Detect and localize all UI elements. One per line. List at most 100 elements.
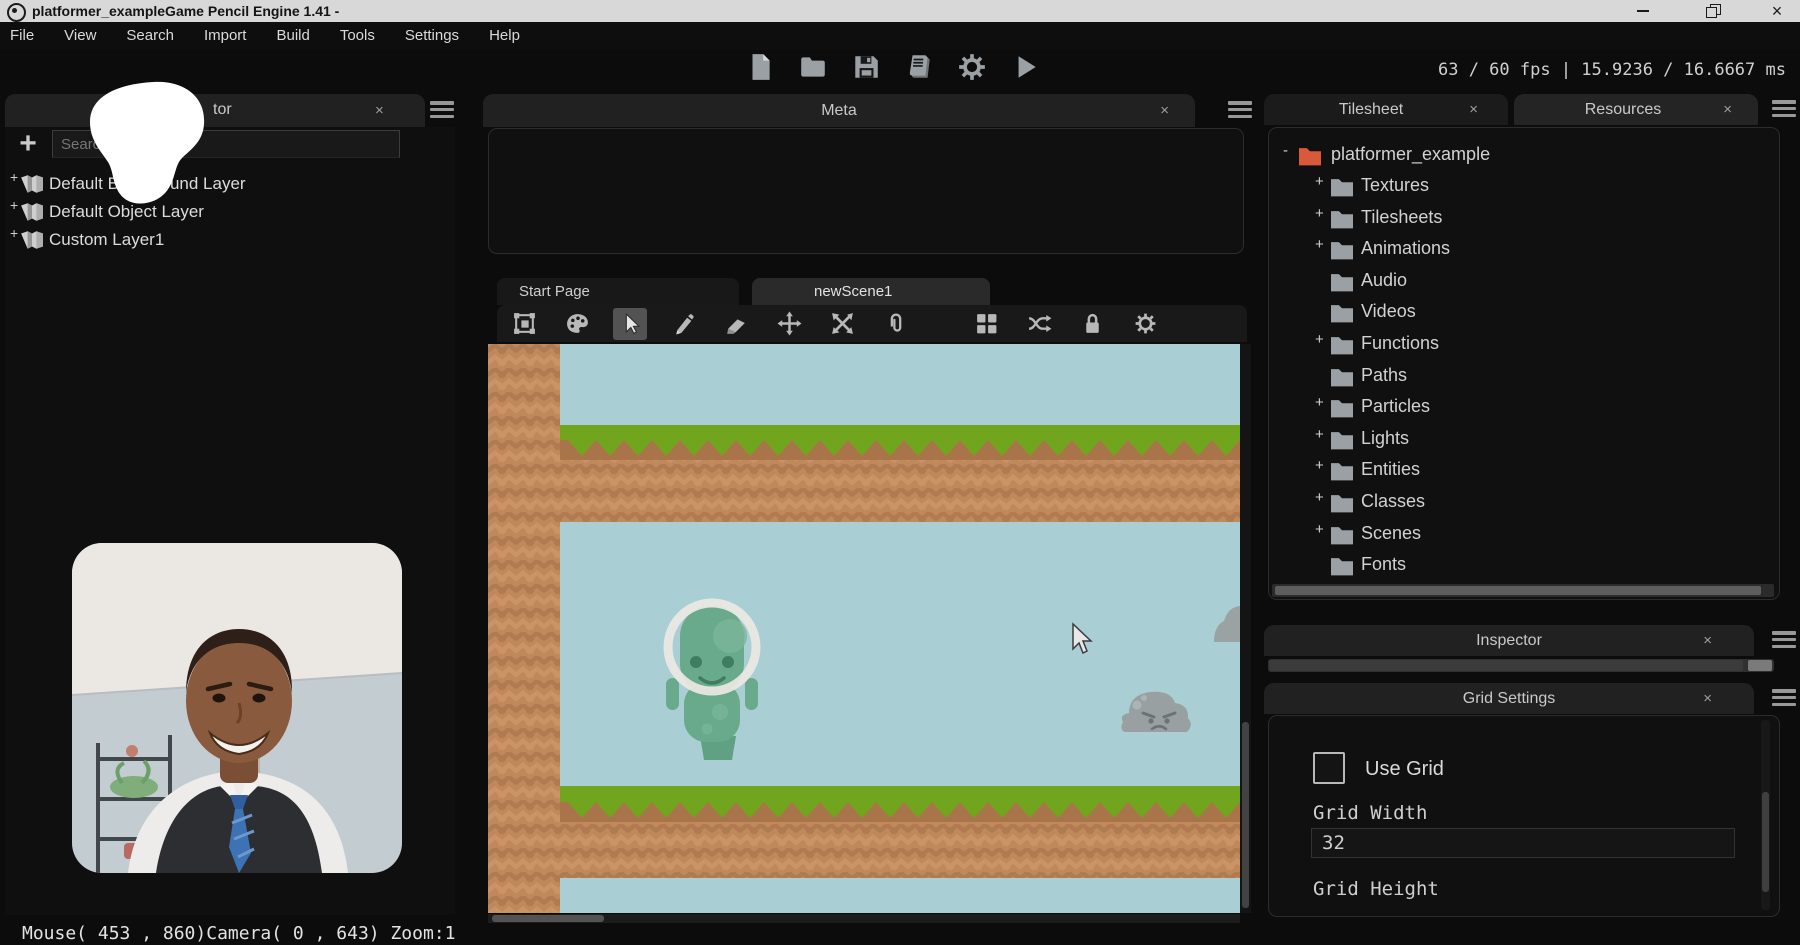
meta-panel-menu-icon[interactable] bbox=[1228, 101, 1252, 118]
new-file-icon[interactable] bbox=[745, 52, 775, 82]
scrollbar-thumb[interactable] bbox=[1269, 660, 1743, 671]
menu-view[interactable]: View bbox=[49, 22, 111, 50]
expand-icon[interactable]: + bbox=[1315, 331, 1324, 348]
tree-label: Videos bbox=[1361, 301, 1416, 322]
tree-row-videos[interactable]: Videos bbox=[1269, 299, 1769, 327]
tree-row-audio[interactable]: Audio bbox=[1269, 268, 1769, 296]
tree-row-scenes[interactable]: +Scenes bbox=[1269, 521, 1769, 549]
shuffle-icon[interactable] bbox=[1022, 308, 1056, 340]
settings-gear-icon[interactable] bbox=[957, 52, 987, 82]
menu-tools[interactable]: Tools bbox=[325, 22, 390, 50]
close-window-button[interactable]: × bbox=[1754, 0, 1800, 22]
meta-text-area[interactable] bbox=[488, 128, 1244, 254]
expand-icon[interactable]: + bbox=[1315, 426, 1324, 443]
restore-button[interactable] bbox=[1688, 0, 1734, 22]
palette-tool-icon[interactable] bbox=[560, 308, 594, 340]
tab-start-page[interactable]: Start Page bbox=[497, 278, 739, 305]
resources-close-icon[interactable]: × bbox=[1723, 94, 1732, 125]
scene-horizontal-scrollbar[interactable] bbox=[488, 914, 1240, 923]
grid-settings-tab[interactable]: Grid Settings × bbox=[1264, 683, 1754, 714]
layer-row-background[interactable]: + Default Background Layer bbox=[5, 171, 445, 199]
scrollbar-thumb[interactable] bbox=[1242, 722, 1249, 908]
meta-panel-tab[interactable]: Meta × bbox=[483, 94, 1195, 127]
expand-icon[interactable]: + bbox=[10, 169, 18, 185]
tree-row-textures[interactable]: +Textures bbox=[1269, 173, 1769, 201]
tab-resources[interactable]: Resources × bbox=[1514, 94, 1758, 125]
meta-panel-close-icon[interactable]: × bbox=[1160, 94, 1169, 127]
grid-width-input[interactable] bbox=[1311, 828, 1735, 858]
lock-icon[interactable] bbox=[1075, 308, 1109, 340]
map-layer-icon bbox=[20, 202, 44, 222]
scrollbar-thumb[interactable] bbox=[1275, 586, 1761, 595]
inspector-menu-icon[interactable] bbox=[1772, 631, 1796, 648]
tree-label: platformer_example bbox=[1331, 144, 1490, 165]
tree-row-classes[interactable]: +Classes bbox=[1269, 489, 1769, 517]
add-layer-button[interactable]: + bbox=[11, 127, 45, 161]
tree-row-fonts[interactable]: Fonts bbox=[1269, 552, 1769, 580]
minimize-button[interactable] bbox=[1620, 0, 1666, 22]
expand-icon[interactable]: + bbox=[1315, 457, 1324, 474]
inspector-scrollbar[interactable] bbox=[1268, 659, 1774, 672]
dirt-column bbox=[488, 344, 560, 913]
cursor-tool-icon[interactable] bbox=[613, 308, 647, 340]
resources-menu-icon[interactable] bbox=[1772, 100, 1796, 117]
menu-file[interactable]: File bbox=[0, 22, 49, 50]
expand-icon[interactable]: + bbox=[1315, 521, 1324, 538]
scrollbar-thumb[interactable] bbox=[492, 915, 604, 922]
scrollbar-thumb[interactable] bbox=[1762, 792, 1769, 892]
scene-canvas[interactable] bbox=[488, 344, 1240, 913]
expand-icon[interactable]: + bbox=[1315, 173, 1324, 190]
layer-row-custom[interactable]: + Custom Layer1 bbox=[5, 227, 445, 255]
grid-settings-scrollbar[interactable] bbox=[1761, 720, 1770, 910]
menu-import[interactable]: Import bbox=[189, 22, 262, 50]
paperclip-tool-icon[interactable] bbox=[878, 308, 912, 340]
expand-icon[interactable]: + bbox=[1315, 394, 1324, 411]
expand-icon[interactable]: + bbox=[1315, 236, 1324, 253]
menu-search[interactable]: Search bbox=[111, 22, 189, 50]
scrollbar-end-block[interactable] bbox=[1748, 660, 1772, 671]
tree-row-project[interactable]: - platformer_example bbox=[1269, 142, 1769, 170]
left-panel-close-icon[interactable]: × bbox=[375, 94, 384, 127]
move-tool-icon[interactable] bbox=[772, 308, 806, 340]
left-panel-menu-icon[interactable] bbox=[430, 101, 454, 118]
grid-blocks-icon[interactable] bbox=[969, 308, 1003, 340]
pencil-tool-icon[interactable] bbox=[666, 308, 700, 340]
documentation-book-icon[interactable] bbox=[904, 52, 934, 82]
scene-render bbox=[488, 344, 1240, 913]
collapse-icon[interactable]: - bbox=[1283, 142, 1288, 159]
expand-icon[interactable]: + bbox=[1315, 205, 1324, 222]
expand-icon[interactable]: + bbox=[1315, 489, 1324, 506]
use-grid-checkbox[interactable] bbox=[1313, 752, 1345, 784]
play-icon[interactable] bbox=[1010, 52, 1040, 82]
expand-icon[interactable]: + bbox=[10, 225, 18, 241]
save-icon[interactable] bbox=[851, 52, 881, 82]
grid-settings-menu-icon[interactable] bbox=[1772, 689, 1796, 706]
tree-row-tilesheets[interactable]: +Tilesheets bbox=[1269, 205, 1769, 233]
inspector-panel-tab[interactable]: Inspector × bbox=[1264, 625, 1754, 656]
menu-settings[interactable]: Settings bbox=[390, 22, 474, 50]
menu-build[interactable]: Build bbox=[261, 22, 324, 50]
tab-new-scene[interactable]: newScene1 bbox=[752, 278, 990, 305]
resource-tree-scrollbar[interactable] bbox=[1272, 584, 1774, 597]
tree-row-paths[interactable]: Paths bbox=[1269, 363, 1769, 391]
tab-tilesheet[interactable]: Tilesheet × bbox=[1264, 94, 1508, 125]
tree-row-lights[interactable]: +Lights bbox=[1269, 426, 1769, 454]
scene-vertical-scrollbar[interactable] bbox=[1240, 344, 1251, 913]
tree-row-functions[interactable]: +Functions bbox=[1269, 331, 1769, 359]
tilesheet-close-icon[interactable]: × bbox=[1469, 94, 1478, 125]
open-folder-icon[interactable] bbox=[798, 52, 828, 82]
tree-row-animations[interactable]: +Animations bbox=[1269, 236, 1769, 264]
tree-row-particles[interactable]: +Particles bbox=[1269, 394, 1769, 422]
tree-row-entities[interactable]: +Entities bbox=[1269, 457, 1769, 485]
eraser-tool-icon[interactable] bbox=[719, 308, 753, 340]
inspector-close-icon[interactable]: × bbox=[1703, 625, 1712, 656]
scale-tool-icon[interactable] bbox=[825, 308, 859, 340]
transform-box-tool-icon[interactable] bbox=[507, 308, 541, 340]
grid-settings-close-icon[interactable]: × bbox=[1703, 683, 1712, 714]
expand-icon[interactable]: + bbox=[10, 197, 18, 213]
menu-help[interactable]: Help bbox=[474, 22, 535, 50]
title-bar: platformer_exampleGame Pencil Engine 1.4… bbox=[0, 0, 1800, 22]
layer-row-object[interactable]: + Default Object Layer bbox=[5, 199, 445, 227]
folder-icon bbox=[1329, 334, 1355, 356]
scene-settings-gear-icon[interactable] bbox=[1128, 308, 1162, 340]
